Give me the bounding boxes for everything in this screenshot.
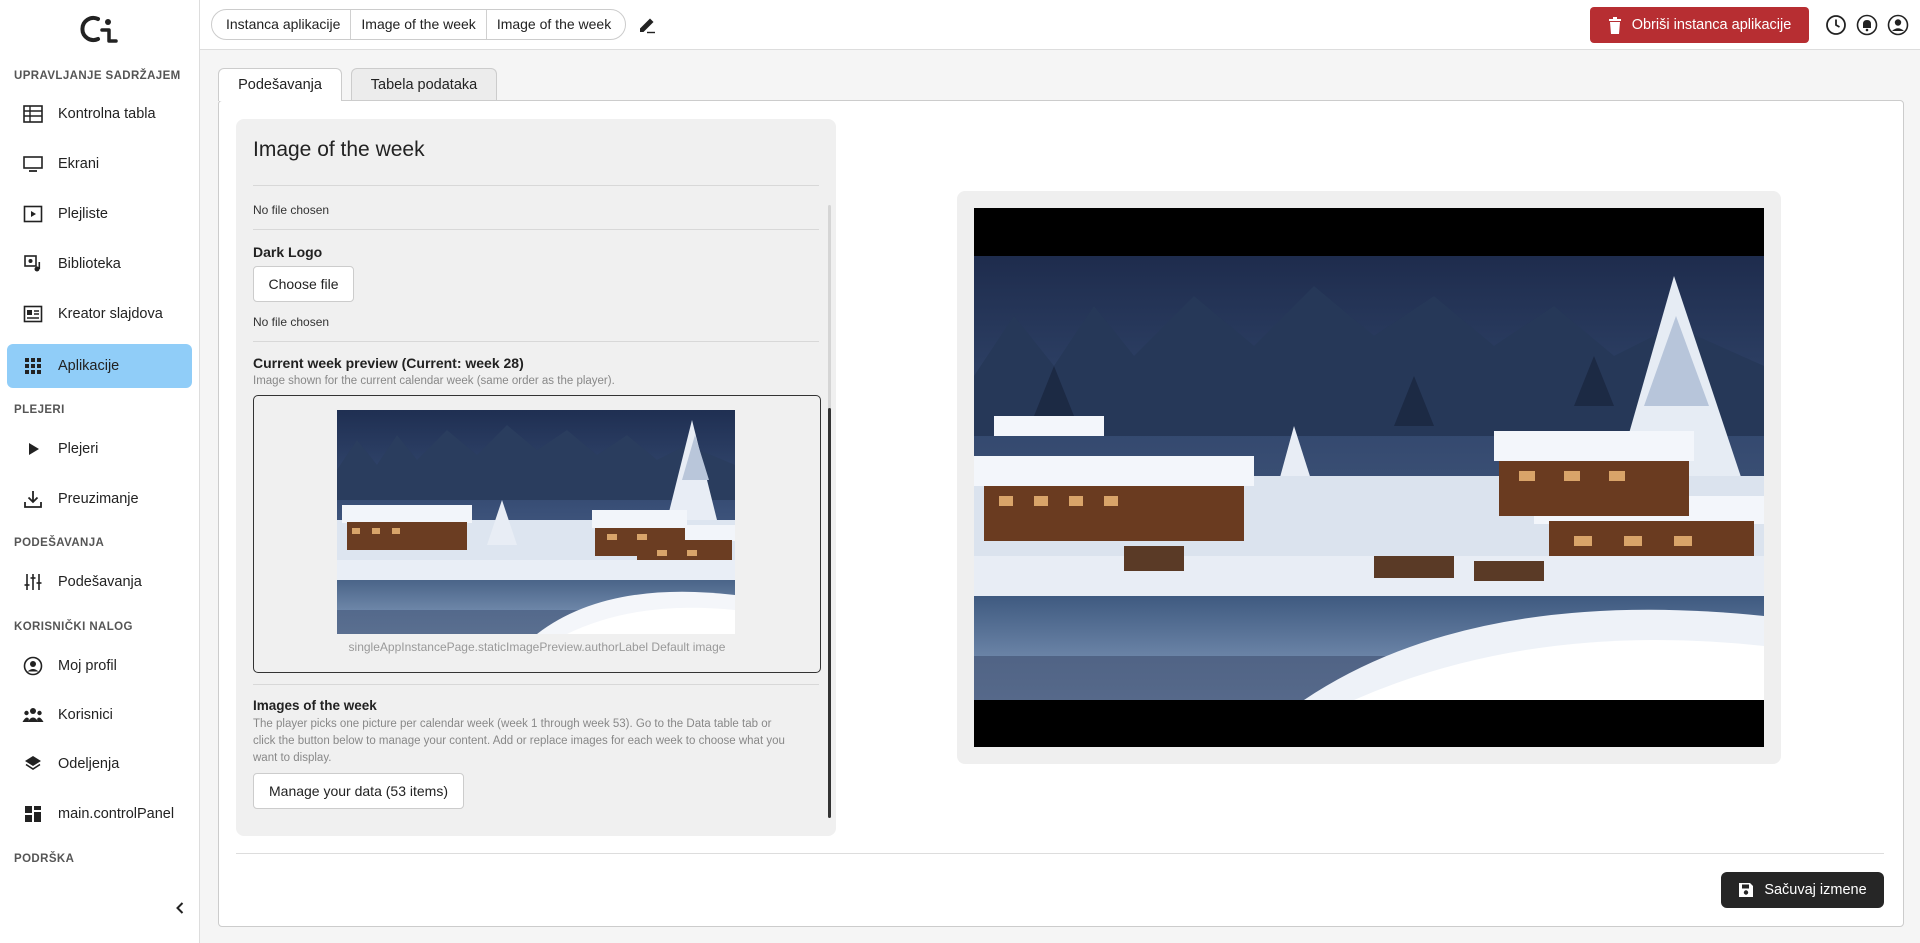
divider [253,684,819,685]
play-icon [22,438,44,460]
sidebar-item-control-panel[interactable]: main.controlPanel [7,792,192,836]
layers-icon [22,753,44,775]
logo-file-status: No file chosen [253,203,330,217]
delete-button-label: Obriši instanca aplikacije [1631,17,1792,33]
sidebar-item-preuzimanje[interactable]: Preuzimanje [7,477,192,521]
app-logo[interactable] [76,14,124,44]
sidebar-item-biblioteka[interactable]: Biblioteka [7,242,192,286]
breadcrumb-item[interactable]: Image of the week [485,10,621,39]
sidebar-item-label: Aplikacije [58,358,120,374]
floppy-disk-icon [1739,883,1754,897]
breadcrumb-item[interactable]: Image of the week [350,10,485,39]
playlist-icon [22,203,44,225]
apps-grid-icon [22,355,44,377]
images-of-week-title: Images of the week [253,698,377,713]
images-hint-line-3: want to display. [253,752,332,764]
sidebar-item-label: Korisnici [58,707,113,723]
pencil-icon [640,18,655,34]
current-week-preview [253,395,821,673]
manage-data-button[interactable]: Manage your data (53 items) [253,773,464,809]
save-button-label: Sačuvaj izmene [1764,882,1867,898]
media-library-icon [22,253,44,275]
footer-divider [236,853,1884,854]
sidebar-item-ekrani[interactable]: Ekrani [7,142,192,186]
divider [253,185,819,186]
sidebar-item-podesavanja[interactable]: Podešavanja [7,560,192,604]
sidebar-item-plejliste[interactable]: Plejliste [7,192,192,236]
sidebar-item-korisnici[interactable]: Korisnici [7,693,192,737]
download-icon [22,488,44,510]
clock-icon [1826,15,1846,35]
tab-podesavanja[interactable]: Podešavanja [218,68,342,101]
section-account-heading: KORISNIČKI NALOG [14,621,133,633]
player-preview-image [974,256,1764,700]
section-players-heading: PLEJERI [14,404,65,416]
sidebar-item-aplikacije[interactable]: Aplikacije [7,344,192,388]
sidebar-item-label: Biblioteka [58,256,121,272]
sidebar-item-label: Plejeri [58,441,99,457]
breadcrumb: Instanca aplikacije Image of the week Im… [211,9,627,40]
images-hint-line-1: The player picks one picture per calenda… [253,718,772,730]
divider [253,229,819,230]
sidebar-item-kreator-slajdova[interactable]: Kreator slajdova [7,292,192,336]
history-button[interactable] [1824,13,1848,37]
sidebar-item-moj-profil[interactable]: Moj profil [7,644,192,688]
sidebar-item-label: Ekrani [58,156,100,172]
control-panel-icon [22,803,44,825]
top-bar: Instanca aplikacije Image of the week Im… [200,0,1920,50]
preview-image [337,410,735,634]
section-support-heading: PODRŠKA [14,853,75,865]
monitor-icon [22,153,44,175]
sidebar-item-label: Podešavanja [58,574,142,590]
sidebar: UPRAVLJANJE SADRŽAJEM Kontrolna tabla Ek… [0,0,200,943]
dark-logo-file-status: No file chosen [253,315,330,329]
sidebar-item-label: Moj profil [58,658,117,674]
sidebar-item-label: Preuzimanje [58,491,139,507]
sidebar-item-plejeri[interactable]: Plejeri [7,427,192,471]
panel-title: Image of the week [253,138,425,161]
breadcrumb-item[interactable]: Instanca aplikacije [216,10,350,39]
divider [253,341,819,342]
edit-name-button[interactable] [636,14,658,36]
sliders-icon [22,571,44,593]
sidebar-item-kontrolna-tabla[interactable]: Kontrolna tabla [7,92,192,136]
bell-icon [1856,14,1878,36]
collapse-sidebar-button[interactable] [170,898,190,918]
save-changes-button[interactable]: Sačuvaj izmene [1721,872,1884,908]
sidebar-item-odeljenja[interactable]: Odeljenja [7,742,192,786]
sidebar-item-label: main.controlPanel [58,806,175,822]
sidebar-item-label: Odeljenja [58,756,120,772]
preview-hint: Image shown for the current calendar wee… [253,375,615,387]
section-settings-heading: PODEŠAVANJA [14,537,105,549]
account-circle-icon [1887,14,1909,36]
users-icon [22,704,44,726]
section-content-heading: UPRAVLJANJE SADRŽAJEM [14,70,181,82]
chevron-left-icon [176,902,184,914]
notifications-button[interactable] [1855,13,1879,37]
images-hint-line-2: click the button below to manage your co… [253,735,785,747]
sidebar-item-label: Plejliste [58,206,108,222]
sidebar-item-label: Kontrolna tabla [58,106,156,122]
player-preview-screen [974,208,1764,747]
slide-creator-icon [22,303,44,325]
choose-file-button[interactable]: Choose file [253,266,354,302]
sidebar-item-label: Kreator slajdova [58,306,163,322]
dark-logo-label: Dark Logo [253,244,323,260]
tab-tabela-podataka[interactable]: Tabela podataka [351,68,497,100]
delete-app-instance-button[interactable]: Obriši instanca aplikacije [1590,7,1809,43]
trash-icon [1608,16,1621,34]
dashboard-table-icon [22,103,44,125]
preview-title: Current week preview (Current: week 28) [253,355,524,371]
panel-scrollbar-thumb[interactable] [828,408,831,818]
account-button[interactable] [1886,13,1910,37]
preview-caption: singleAppInstancePage.staticImagePreview… [348,640,726,654]
account-circle-icon [22,655,44,677]
